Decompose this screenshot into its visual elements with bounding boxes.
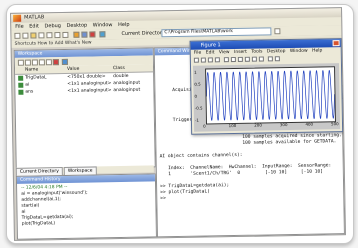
menu-edit[interactable]: Edit	[29, 23, 39, 29]
fig-menu-tools[interactable]: Tools	[251, 50, 262, 55]
save-workspace-icon[interactable]	[38, 59, 45, 66]
command-history-panel: Command History -- 12/6/04 4:18 PM -- ai…	[15, 173, 157, 240]
print-icon[interactable]	[214, 57, 220, 63]
x-tick-label: 0	[202, 123, 206, 129]
save-icon[interactable]	[207, 57, 213, 63]
command-output-line: >>	[160, 196, 166, 202]
close-icon[interactable]	[332, 40, 340, 47]
menu-file[interactable]: File	[15, 24, 23, 30]
command-history-title: Command History	[16, 174, 155, 184]
simulink-icon[interactable]	[73, 31, 80, 38]
help-icon[interactable]	[99, 31, 106, 38]
col-name[interactable]: Name	[25, 66, 38, 73]
new-variable-icon[interactable]	[17, 59, 24, 66]
y-tick-label: -0.5	[194, 105, 203, 111]
menu-help[interactable]: Help	[118, 22, 130, 28]
open-variable-icon[interactable]	[24, 59, 31, 66]
print-icon[interactable]	[45, 59, 52, 66]
y-tick-label: 0.5	[194, 81, 201, 87]
plot-axes[interactable]	[205, 66, 336, 125]
import-data-icon[interactable]	[31, 59, 38, 66]
fig-menu-window[interactable]: Window	[290, 49, 308, 54]
figure-window[interactable]: Figure 1 File Edit View Insert Tools Des…	[189, 38, 344, 135]
matlab-logo-icon	[13, 14, 22, 22]
x-tick-label: 400	[305, 121, 314, 127]
plot-selection-icon[interactable]	[61, 58, 68, 66]
variable-icon	[18, 75, 24, 81]
x-tick-label: 300	[279, 122, 288, 128]
menu-desktop[interactable]: Desktop	[67, 23, 88, 29]
matlab-desktop: MATLAB File Edit Debug Desktop Window He…	[10, 7, 346, 241]
edit-plot-arrow-icon[interactable]	[223, 57, 229, 63]
x-tick-label: 200	[254, 122, 262, 128]
new-file-icon[interactable]	[14, 32, 21, 39]
workspace-row[interactable]: ans <1x1 analoginput> analoginput	[15, 86, 153, 95]
workspace-panel: Workspace Name Value Class TrigDataL <75…	[13, 47, 156, 170]
command-output-line: >> plot(TrigDataL)	[160, 189, 211, 196]
y-tick-label: -1	[194, 117, 199, 123]
zoom-in-icon[interactable]	[230, 56, 236, 63]
fig-menu-file[interactable]: File	[194, 51, 202, 56]
profiler-icon[interactable]	[89, 31, 96, 38]
var-name: ans	[25, 89, 34, 95]
copy-icon[interactable]	[38, 32, 45, 39]
cut-icon[interactable]	[30, 32, 37, 39]
current-directory-label: Current Directory:	[121, 30, 167, 37]
figure-canvas: 1 0.5 0 -0.5 -1 0 100 200 300 400 500	[192, 63, 341, 132]
open-icon[interactable]	[200, 57, 206, 63]
variable-icon	[18, 89, 24, 95]
zoom-out-icon[interactable]	[237, 56, 243, 62]
pan-icon[interactable]	[244, 56, 250, 62]
fig-menu-help[interactable]: Help	[312, 48, 322, 53]
fig-menu-insert[interactable]: Insert	[234, 50, 247, 55]
col-class[interactable]: Class	[113, 65, 125, 72]
undo-icon[interactable]	[54, 32, 61, 39]
y-tick-label: 0	[194, 93, 198, 99]
fig-menu-desktop[interactable]: Desktop	[267, 49, 286, 54]
fig-menu-view[interactable]: View	[219, 50, 230, 55]
redo-icon[interactable]	[62, 31, 69, 39]
plot-svg	[206, 70, 335, 121]
figure-title: Figure 1	[200, 42, 221, 49]
paste-icon[interactable]	[46, 32, 53, 39]
menu-debug[interactable]: Debug	[44, 23, 61, 29]
window-title: MATLAB	[24, 14, 45, 21]
command-output-line: AI object contains channel(s):	[159, 152, 243, 160]
series-line	[206, 70, 335, 121]
legend-icon[interactable]	[274, 56, 280, 62]
fig-menu-edit[interactable]: Edit	[206, 50, 215, 55]
rotate-icon[interactable]	[251, 56, 257, 62]
x-tick-label: 100	[228, 122, 237, 129]
guide-icon[interactable]	[81, 31, 88, 38]
history-entry[interactable]: plot(TrigDataL)	[22, 221, 56, 228]
colorbar-icon[interactable]	[267, 56, 273, 62]
variable-icon	[18, 82, 24, 88]
var-value: <1x1 analoginput>	[67, 88, 112, 94]
var-class: analoginput	[113, 87, 141, 94]
x-tick-label: 500	[330, 121, 339, 127]
data-cursor-icon[interactable]	[258, 56, 264, 62]
col-value[interactable]: Value	[67, 66, 79, 73]
y-tick-label: 1	[194, 69, 197, 75]
delete-icon[interactable]	[52, 59, 59, 66]
browse-folder-icon[interactable]	[274, 28, 281, 35]
menu-window[interactable]: Window	[93, 22, 113, 28]
new-figure-icon[interactable]	[193, 57, 199, 63]
open-file-icon[interactable]	[22, 32, 29, 39]
